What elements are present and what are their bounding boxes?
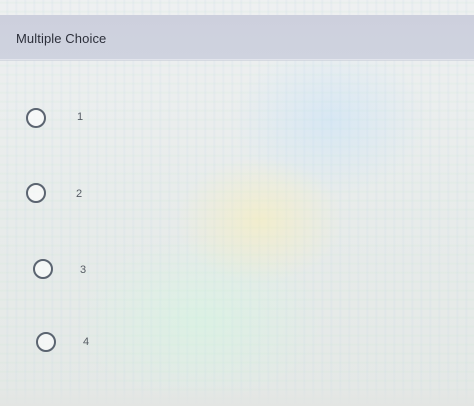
question-type-label: Multiple Choice [16,31,107,46]
answer-option-3[interactable]: 3 [33,259,233,285]
option-label-1: 1 [77,111,84,123]
option-label-2: 2 [76,188,83,200]
answer-option-2[interactable]: 2 [26,183,226,209]
radio-button-option-1[interactable] [26,108,46,128]
option-label-3: 3 [80,264,87,276]
answer-option-1[interactable]: 1 [26,108,226,134]
radio-button-option-4[interactable] [36,332,56,352]
header-divider [0,60,474,61]
radio-button-option-2[interactable] [26,183,46,203]
page-background: Multiple Choice 1 2 3 4 [0,0,474,406]
option-label-4: 4 [83,336,90,348]
radio-button-option-3[interactable] [33,259,53,279]
bottom-edge [0,384,474,406]
question-header: Multiple Choice [0,15,474,60]
answer-option-4[interactable]: 4 [36,332,236,358]
